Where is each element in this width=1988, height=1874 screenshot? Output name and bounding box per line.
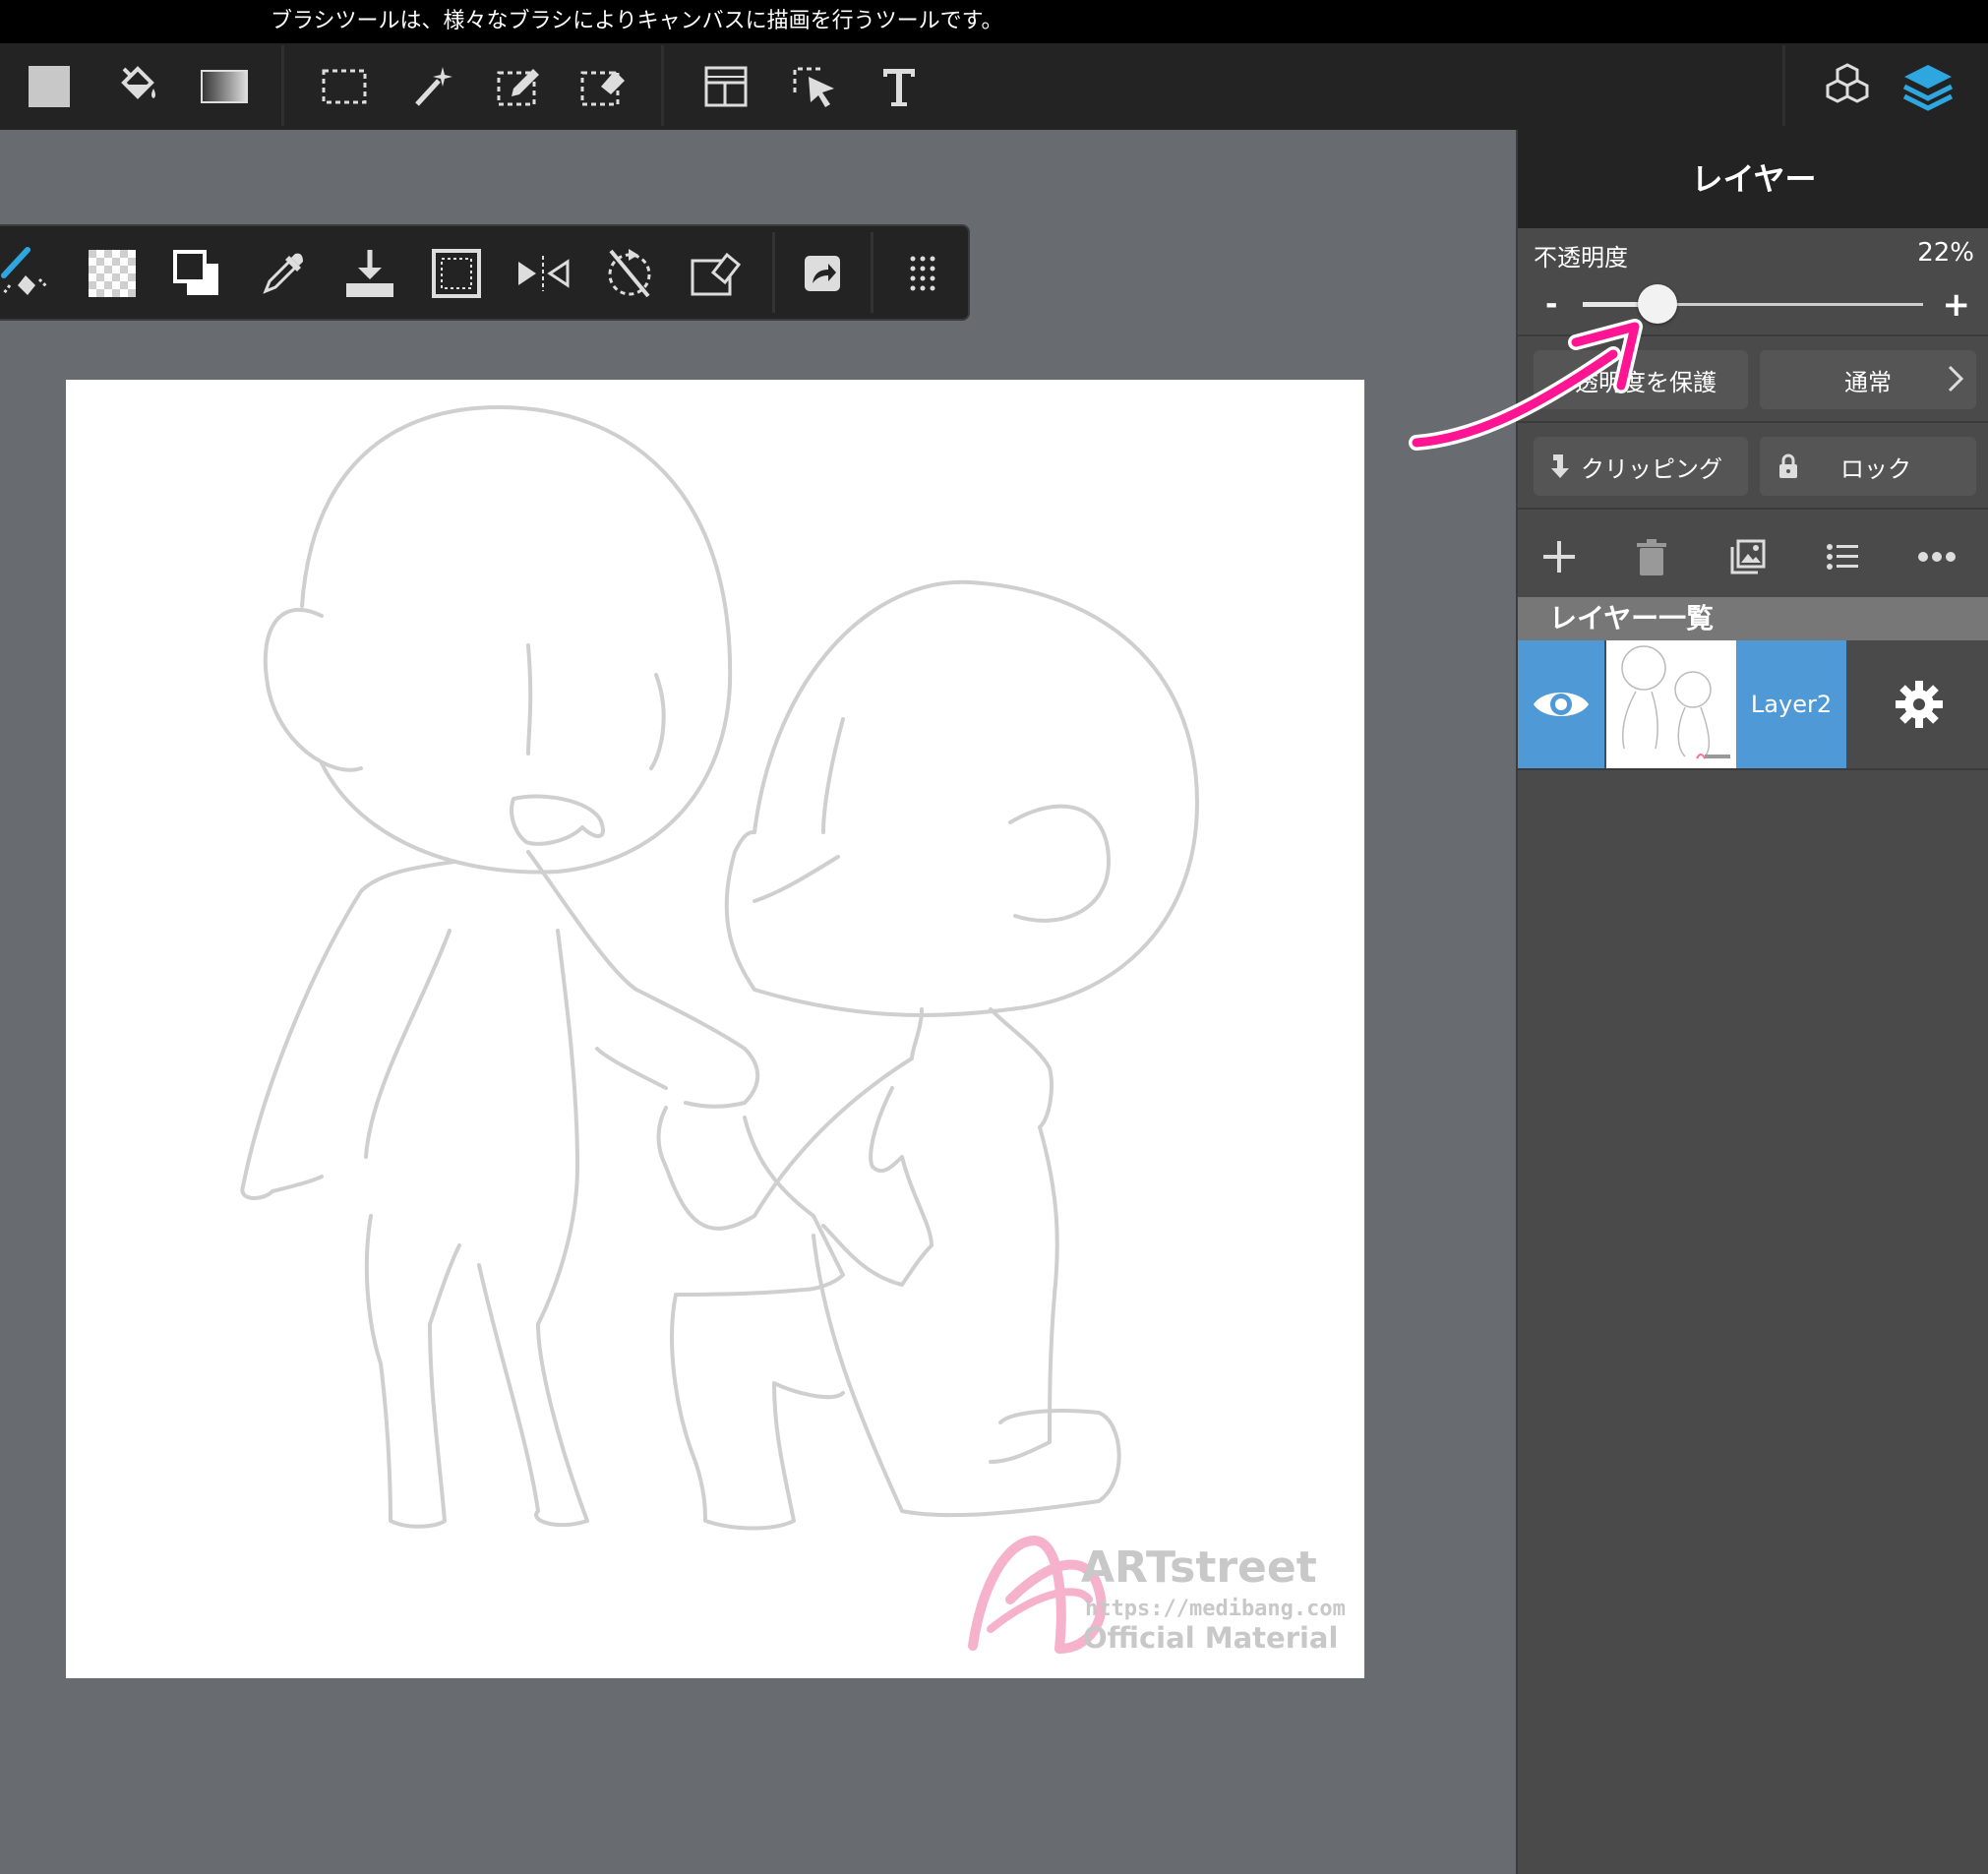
layer-panel-title: レイヤー: [1518, 130, 1988, 228]
lock-icon: [1777, 453, 1799, 479]
operation-tool-icon[interactable]: [787, 59, 842, 114]
watermark-url: https://medibang.com: [1085, 1597, 1346, 1621]
layer-name[interactable]: Layer2: [1736, 640, 1846, 768]
annotation-arrow: [1409, 319, 1643, 451]
blend-mode-label: 通常: [1844, 368, 1892, 396]
more-grid-icon[interactable]: [895, 246, 950, 301]
transparent-color-icon[interactable]: [85, 246, 140, 301]
opacity-value: 22%: [1917, 238, 1974, 268]
list-icon[interactable]: [1813, 527, 1872, 586]
brush-sub-toolbar: [0, 224, 970, 321]
clear-selection-icon[interactable]: [689, 246, 744, 301]
chevron-right-icon: [1947, 364, 1964, 393]
layer-visibility-toggle[interactable]: [1518, 640, 1604, 768]
more-icon[interactable]: [1907, 527, 1966, 586]
delete-layer-icon[interactable]: [1622, 527, 1681, 586]
share-icon[interactable]: [795, 246, 850, 301]
opacity-plus-button[interactable]: +: [1943, 285, 1971, 325]
rect-select-icon[interactable]: [317, 59, 372, 114]
import-image-icon[interactable]: [1718, 527, 1777, 586]
layer-row[interactable]: Layer2: [1518, 640, 1988, 768]
material-cubes-icon[interactable]: [1820, 59, 1875, 114]
lock-label: ロック: [1840, 454, 1911, 483]
layer-settings-gear-icon[interactable]: [1892, 677, 1947, 732]
select-pen-icon[interactable]: [492, 59, 547, 114]
layer-thumbnail[interactable]: [1606, 640, 1736, 768]
lock-button[interactable]: ロック: [1760, 437, 1976, 496]
bucket-fill-icon[interactable]: [110, 59, 165, 114]
opacity-label: 不透明度: [1534, 244, 1628, 272]
canvas-frame-icon[interactable]: [429, 246, 484, 301]
line-art: ARTstreet https://medibang.com Official …: [240, 405, 1346, 1655]
blend-mode-button[interactable]: 通常: [1760, 350, 1976, 409]
rotate-reset-icon[interactable]: [602, 246, 657, 301]
swap-colors-icon[interactable]: [169, 246, 224, 301]
brush-eraser-icon[interactable]: [0, 246, 55, 301]
flip-icon[interactable]: [515, 246, 571, 301]
download-icon[interactable]: [342, 246, 397, 301]
tooltip-text: ブラシツールは、様々なブラシによりキャンバスに描画を行うツールです。: [271, 9, 1003, 33]
tooltip-bar: ブラシツールは、様々なブラシによりキャンバスに描画を行うツールです。: [0, 0, 1988, 43]
add-layer-icon[interactable]: [1530, 527, 1589, 586]
select-eraser-icon[interactable]: [576, 59, 632, 114]
watermark-brand: ARTstreet: [1081, 1542, 1317, 1593]
drawing-canvas[interactable]: ARTstreet https://medibang.com Official …: [66, 380, 1364, 1678]
watermark-tagline: Official Material: [1083, 1621, 1338, 1655]
color-swatch-icon[interactable]: [22, 59, 77, 114]
text-tool-icon[interactable]: [872, 59, 927, 114]
layer-list-title: レイヤー一覧: [1549, 602, 1715, 635]
eye-icon: [1534, 693, 1589, 716]
divide-panel-icon[interactable]: [698, 59, 753, 114]
gradient-icon[interactable]: [197, 59, 252, 114]
magic-wand-icon[interactable]: [405, 59, 460, 114]
eyedropper-icon[interactable]: [256, 246, 311, 301]
layer-list-header: レイヤー一覧: [1518, 597, 1988, 640]
layers-icon[interactable]: [1900, 59, 1956, 114]
main-toolbar: [0, 43, 1988, 130]
